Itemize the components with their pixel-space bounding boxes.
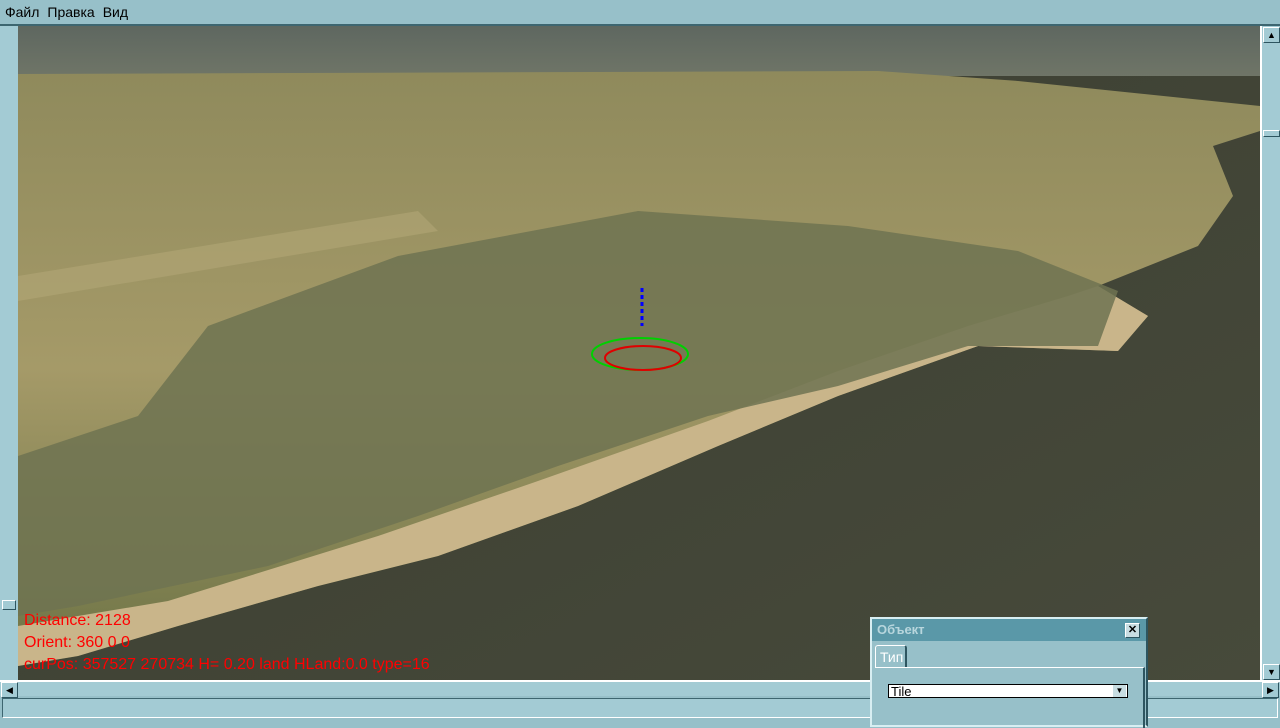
far-sea: [18, 26, 1260, 76]
right-scrollbar[interactable]: ▲ ▼: [1260, 26, 1280, 680]
dialog-title: Объект: [877, 622, 925, 637]
arrow-down-icon[interactable]: ▼: [1263, 664, 1280, 680]
position-readout: curPos: 357527 270734 H= 0.20 land HLand…: [24, 656, 430, 673]
orient-readout: Orient: 360 0 0: [24, 634, 130, 651]
arrow-left-icon[interactable]: ◀: [1, 682, 18, 698]
menu-edit[interactable]: Правка: [42, 4, 97, 20]
menu-bar: Файл Правка Вид: [0, 0, 1280, 26]
menu-file[interactable]: Файл: [0, 4, 42, 20]
left-scrollbar[interactable]: [0, 26, 19, 680]
right-scroll-thumb[interactable]: [1263, 130, 1280, 137]
distance-readout: Distance: 2128: [24, 612, 131, 629]
type-select[interactable]: Tile ▼: [888, 684, 1128, 699]
object-dialog: Объект ✕ Тип Tile ▼: [870, 617, 1148, 728]
type-select-value: Tile: [891, 684, 912, 699]
dialog-title-bar[interactable]: Объект ✕: [872, 619, 1146, 641]
close-icon[interactable]: ✕: [1125, 623, 1140, 638]
3d-terrain-viewport[interactable]: Distance: 2128 Orient: 360 0 0 curPos: 3…: [18, 26, 1260, 680]
chevron-down-icon[interactable]: ▼: [1113, 685, 1126, 697]
arrow-right-icon[interactable]: ▶: [1262, 682, 1279, 698]
menu-view[interactable]: Вид: [98, 4, 131, 20]
terrain-scene: [18, 26, 1260, 680]
left-scroll-thumb[interactable]: [2, 600, 16, 610]
arrow-up-icon[interactable]: ▲: [1263, 27, 1280, 43]
tab-type[interactable]: Тип: [875, 645, 907, 667]
